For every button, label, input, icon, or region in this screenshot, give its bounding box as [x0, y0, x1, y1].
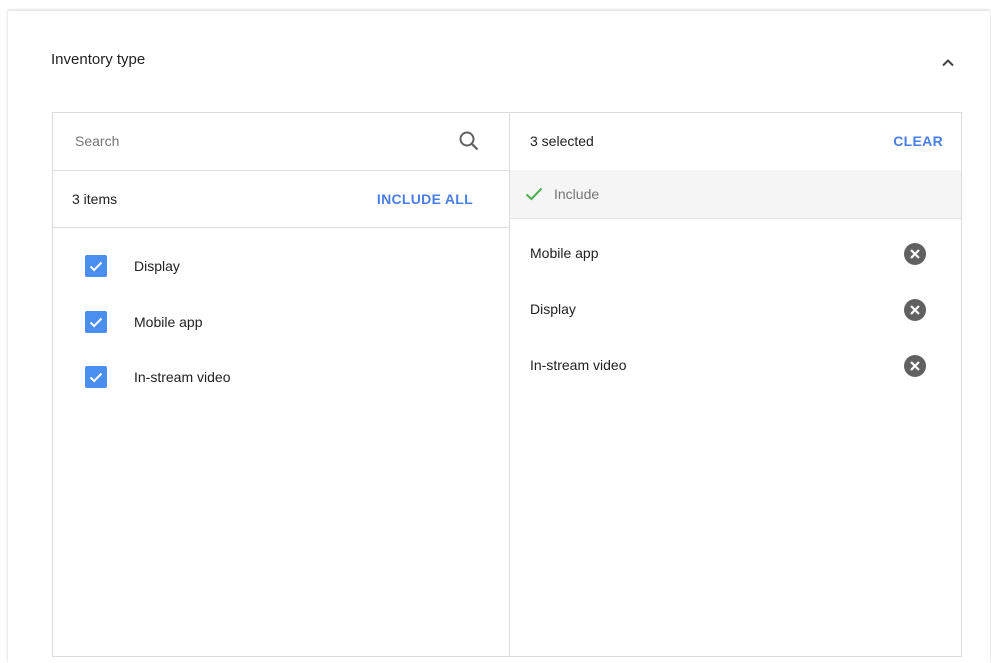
search-icon[interactable] [458, 130, 480, 152]
clear-button[interactable]: CLEAR [893, 133, 943, 149]
section-title: Inventory type [51, 51, 146, 68]
option-label: In-stream video [134, 369, 231, 385]
selected-item: Display [510, 296, 961, 326]
selected-item-label: In-stream video [530, 357, 627, 373]
selected-item-label: Mobile app [530, 245, 599, 261]
items-count: 3 items [72, 191, 118, 207]
search-input[interactable] [75, 129, 435, 153]
option-display[interactable]: Display [85, 255, 465, 279]
inventory-type-card: Inventory type 3 items INCLUDE ALL Displ… [8, 10, 990, 663]
option-in-stream-video[interactable]: In-stream video [85, 366, 465, 390]
remove-circle-icon[interactable] [903, 242, 927, 266]
search-bar [53, 113, 509, 171]
checkbox-display[interactable] [85, 255, 107, 277]
selected-header: 3 selected CLEAR [510, 113, 961, 171]
option-label: Display [134, 258, 180, 274]
option-mobile-app[interactable]: Mobile app [85, 311, 465, 335]
selected-count: 3 selected [530, 133, 594, 149]
selected-item: In-stream video [510, 352, 961, 382]
available-pane: 3 items INCLUDE ALL Display Mobile app [53, 113, 510, 656]
remove-circle-icon[interactable] [903, 354, 927, 378]
option-label: Mobile app [134, 314, 203, 330]
selected-item-label: Display [530, 301, 576, 317]
include-group-header: Include [510, 170, 961, 219]
include-group-label: Include [554, 186, 600, 202]
chevron-up-icon [938, 53, 958, 73]
selected-item: Mobile app [510, 240, 961, 270]
include-all-button[interactable]: INCLUDE ALL [377, 191, 473, 207]
items-header: 3 items INCLUDE ALL [53, 170, 509, 228]
check-icon [524, 185, 544, 203]
collapse-button[interactable] [938, 53, 958, 73]
checkbox-mobile-app[interactable] [85, 311, 107, 333]
inventory-selector: 3 items INCLUDE ALL Display Mobile app [52, 112, 962, 657]
remove-circle-icon[interactable] [903, 298, 927, 322]
selected-pane: 3 selected CLEAR Include Mobile app Disp… [510, 113, 961, 656]
checkbox-in-stream-video[interactable] [85, 366, 107, 388]
